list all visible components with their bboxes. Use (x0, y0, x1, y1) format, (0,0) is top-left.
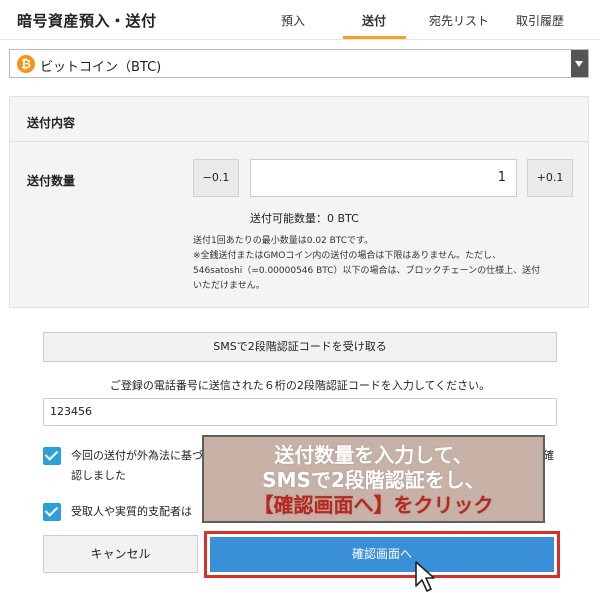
mouse-pointer-icon (415, 561, 435, 592)
increment-button[interactable]: +0.1 (527, 159, 573, 197)
note-line: いただけません。 (193, 281, 265, 291)
active-tab-indicator (343, 36, 406, 39)
sms-instruction: ご登録の電話番号に送信された６桁の2段階認証コードを入力してください。 (109, 379, 491, 392)
tab-address-list[interactable]: 宛先リスト (427, 12, 491, 29)
send-notes: 送付1回あたりの最小数量は0.02 BTCです。 ※全銭送付またはGMOコイン内… (193, 234, 583, 294)
note-line: 送付1回あたりの最小数量は0.02 BTCです。 (193, 236, 374, 246)
section-title: 送付内容 (27, 116, 76, 130)
coin-select[interactable]: ₿ ビットコイン（BTC) (9, 49, 589, 78)
decrement-button[interactable]: −0.1 (193, 159, 239, 197)
overlay-line-1: 送付数量を入力して、 (274, 443, 473, 467)
tab-history[interactable]: 取引履歴 (514, 12, 566, 29)
forex-law-text: 今回の送付が外為法に基づ (71, 449, 203, 462)
overlay-line-2: SMSで2段階認証をし、 (262, 468, 485, 492)
overlay-line-3: 【確認画面へ】をクリック (253, 493, 494, 517)
quantity-label: 送付数量 (27, 174, 76, 188)
note-line: ※全銭送付またはGMOコイン内の送付の場合は下限はありません。ただし、 (193, 251, 502, 261)
forex-law-checkbox[interactable] (43, 447, 61, 465)
send-details-panel: 送付内容 送付数量 −0.1 1 +0.1 送付可能数量：0 BTC 送付1回あ… (9, 96, 589, 308)
page-title: 暗号資産預入・送付 (17, 12, 157, 30)
forex-law-text-line2: 認しました (71, 469, 126, 482)
beneficiary-text: 受取人や実質的支配者は (71, 505, 192, 518)
page-header: 暗号資産預入・送付 預入 送付 宛先リスト 取引履歴 (0, 0, 600, 40)
chevron-down-icon[interactable] (571, 50, 588, 77)
note-line: 546satoshi（=0.00000546 BTC）以下の場合は、ブロックチェ… (193, 266, 541, 276)
tab-send[interactable]: 送付 (350, 12, 398, 29)
cancel-button[interactable]: キャンセル (43, 535, 198, 573)
bitcoin-icon: ₿ (17, 55, 35, 73)
auth-code-input[interactable]: 123456 (43, 398, 557, 426)
instruction-overlay: 送付数量を入力して、 SMSで2段階認証をし、 【確認画面へ】をクリック (202, 435, 545, 523)
available-quantity: 送付可能数量：0 BTC (250, 212, 359, 225)
confirm-button[interactable]: 確認画面へ (210, 537, 554, 572)
quantity-input[interactable]: 1 (250, 159, 517, 197)
beneficiary-checkbox[interactable] (43, 503, 61, 521)
send-sms-code-button[interactable]: SMSで2段階認証コードを受け取る (43, 332, 557, 362)
tab-deposit[interactable]: 預入 (280, 12, 306, 29)
send-crypto-page: 暗号資産預入・送付 預入 送付 宛先リスト 取引履歴 ₿ ビットコイン（BTC)… (0, 0, 600, 599)
coin-select-value: ビットコイン（BTC) (40, 60, 162, 75)
divider (10, 141, 588, 142)
